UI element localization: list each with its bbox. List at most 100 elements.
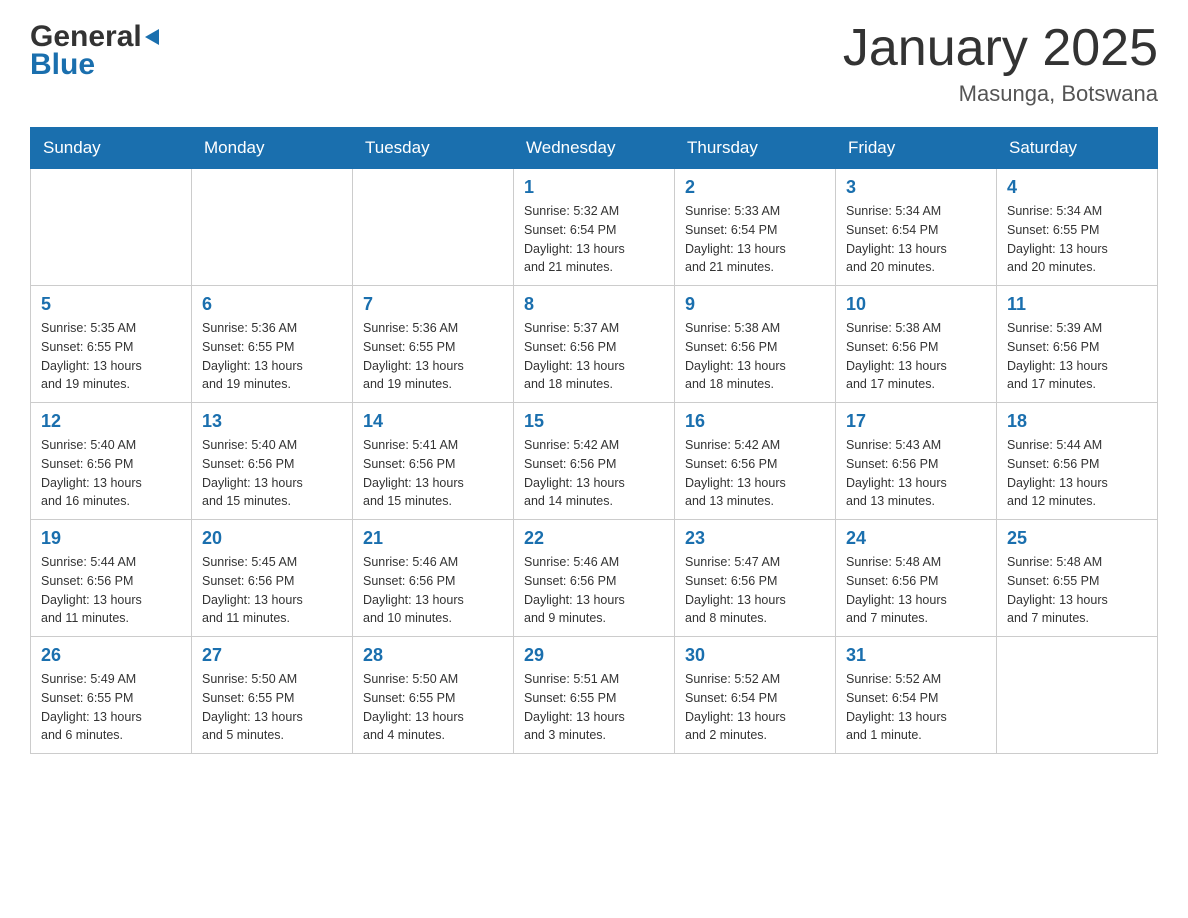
day-number: 30 xyxy=(685,645,825,666)
day-info: Sunrise: 5:36 AM Sunset: 6:55 PM Dayligh… xyxy=(363,319,503,394)
calendar-cell: 21 Sunrise: 5:46 AM Sunset: 6:56 PM Dayli… xyxy=(353,520,514,637)
calendar-cell: 18Sunrise: 5:44 AM Sunset: 6:56 PM Dayli… xyxy=(997,403,1158,520)
calendar-cell: 24 Sunrise: 5:48 AM Sunset: 6:56 PM Dayli… xyxy=(836,520,997,637)
calendar-cell xyxy=(353,169,514,286)
logo-blue-text: Blue xyxy=(30,48,159,82)
calendar-cell: 13 Sunrise: 5:40 AM Sunset: 6:56 PM Dayli… xyxy=(192,403,353,520)
calendar-cell: 10 Sunrise: 5:38 AM Sunset: 6:56 PM Dayli… xyxy=(836,286,997,403)
calendar-cell: 12 Sunrise: 5:40 AM Sunset: 6:56 PM Dayli… xyxy=(31,403,192,520)
day-number: 17 xyxy=(846,411,986,432)
calendar-cell: 25Sunrise: 5:48 AM Sunset: 6:55 PM Dayli… xyxy=(997,520,1158,637)
logo: General Blue xyxy=(30,20,159,82)
day-info: Sunrise: 5:50 AM Sunset: 6:55 PM Dayligh… xyxy=(202,670,342,745)
calendar-cell xyxy=(31,169,192,286)
calendar-header-row: SundayMondayTuesdayWednesdayThursdayFrid… xyxy=(31,128,1158,169)
day-number: 16 xyxy=(685,411,825,432)
day-of-week-header: Friday xyxy=(836,128,997,169)
calendar-cell: 7 Sunrise: 5:36 AM Sunset: 6:55 PM Daylig… xyxy=(353,286,514,403)
day-info: Sunrise: 5:44 AM Sunset: 6:56 PM Dayligh… xyxy=(41,553,181,628)
day-info: Sunrise: 5:52 AM Sunset: 6:54 PM Dayligh… xyxy=(846,670,986,745)
page-header: General Blue January 2025 Masunga, Botsw… xyxy=(30,20,1158,107)
day-number: 27 xyxy=(202,645,342,666)
day-number: 3 xyxy=(846,177,986,198)
month-title: January 2025 xyxy=(843,20,1158,77)
day-info: Sunrise: 5:40 AM Sunset: 6:56 PM Dayligh… xyxy=(41,436,181,511)
day-of-week-header: Monday xyxy=(192,128,353,169)
day-of-week-header: Saturday xyxy=(997,128,1158,169)
day-info: Sunrise: 5:48 AM Sunset: 6:55 PM Dayligh… xyxy=(1007,553,1147,628)
day-number: 4 xyxy=(1007,177,1147,198)
day-number: 11 xyxy=(1007,294,1147,315)
day-number: 18 xyxy=(1007,411,1147,432)
day-of-week-header: Tuesday xyxy=(353,128,514,169)
day-number: 20 xyxy=(202,528,342,549)
location: Masunga, Botswana xyxy=(843,81,1158,107)
calendar-cell: 17Sunrise: 5:43 AM Sunset: 6:56 PM Dayli… xyxy=(836,403,997,520)
calendar-cell xyxy=(192,169,353,286)
calendar-cell: 14Sunrise: 5:41 AM Sunset: 6:56 PM Dayli… xyxy=(353,403,514,520)
calendar-cell: 27 Sunrise: 5:50 AM Sunset: 6:55 PM Dayli… xyxy=(192,637,353,754)
calendar-cell: 22Sunrise: 5:46 AM Sunset: 6:56 PM Dayli… xyxy=(514,520,675,637)
day-number: 7 xyxy=(363,294,503,315)
day-info: Sunrise: 5:33 AM Sunset: 6:54 PM Dayligh… xyxy=(685,202,825,277)
day-info: Sunrise: 5:46 AM Sunset: 6:56 PM Dayligh… xyxy=(363,553,503,628)
day-info: Sunrise: 5:49 AM Sunset: 6:55 PM Dayligh… xyxy=(41,670,181,745)
day-info: Sunrise: 5:36 AM Sunset: 6:55 PM Dayligh… xyxy=(202,319,342,394)
day-number: 2 xyxy=(685,177,825,198)
calendar-cell: 20Sunrise: 5:45 AM Sunset: 6:56 PM Dayli… xyxy=(192,520,353,637)
day-info: Sunrise: 5:48 AM Sunset: 6:56 PM Dayligh… xyxy=(846,553,986,628)
day-number: 15 xyxy=(524,411,664,432)
calendar-cell: 8 Sunrise: 5:37 AM Sunset: 6:56 PM Daylig… xyxy=(514,286,675,403)
calendar-cell: 29Sunrise: 5:51 AM Sunset: 6:55 PM Dayli… xyxy=(514,637,675,754)
day-info: Sunrise: 5:38 AM Sunset: 6:56 PM Dayligh… xyxy=(846,319,986,394)
calendar-cell: 4 Sunrise: 5:34 AM Sunset: 6:55 PM Daylig… xyxy=(997,169,1158,286)
day-number: 1 xyxy=(524,177,664,198)
day-info: Sunrise: 5:42 AM Sunset: 6:56 PM Dayligh… xyxy=(524,436,664,511)
calendar-cell: 23 Sunrise: 5:47 AM Sunset: 6:56 PM Dayli… xyxy=(675,520,836,637)
day-info: Sunrise: 5:32 AM Sunset: 6:54 PM Dayligh… xyxy=(524,202,664,277)
day-number: 8 xyxy=(524,294,664,315)
day-info: Sunrise: 5:38 AM Sunset: 6:56 PM Dayligh… xyxy=(685,319,825,394)
title-section: January 2025 Masunga, Botswana xyxy=(843,20,1158,107)
calendar-week-row: 1 Sunrise: 5:32 AM Sunset: 6:54 PM Daylig… xyxy=(31,169,1158,286)
day-number: 14 xyxy=(363,411,503,432)
day-number: 28 xyxy=(363,645,503,666)
day-info: Sunrise: 5:47 AM Sunset: 6:56 PM Dayligh… xyxy=(685,553,825,628)
day-number: 19 xyxy=(41,528,181,549)
day-info: Sunrise: 5:40 AM Sunset: 6:56 PM Dayligh… xyxy=(202,436,342,511)
day-info: Sunrise: 5:42 AM Sunset: 6:56 PM Dayligh… xyxy=(685,436,825,511)
calendar-cell: 26 Sunrise: 5:49 AM Sunset: 6:55 PM Dayli… xyxy=(31,637,192,754)
day-info: Sunrise: 5:34 AM Sunset: 6:54 PM Dayligh… xyxy=(846,202,986,277)
day-number: 26 xyxy=(41,645,181,666)
calendar-week-row: 19 Sunrise: 5:44 AM Sunset: 6:56 PM Dayli… xyxy=(31,520,1158,637)
day-info: Sunrise: 5:34 AM Sunset: 6:55 PM Dayligh… xyxy=(1007,202,1147,277)
day-number: 31 xyxy=(846,645,986,666)
calendar-cell: 15 Sunrise: 5:42 AM Sunset: 6:56 PM Dayli… xyxy=(514,403,675,520)
day-number: 21 xyxy=(363,528,503,549)
calendar-cell: 11Sunrise: 5:39 AM Sunset: 6:56 PM Dayli… xyxy=(997,286,1158,403)
calendar-cell: 5Sunrise: 5:35 AM Sunset: 6:55 PM Daylig… xyxy=(31,286,192,403)
calendar-table: SundayMondayTuesdayWednesdayThursdayFrid… xyxy=(30,127,1158,754)
calendar-cell: 16 Sunrise: 5:42 AM Sunset: 6:56 PM Dayli… xyxy=(675,403,836,520)
calendar-cell: 30Sunrise: 5:52 AM Sunset: 6:54 PM Dayli… xyxy=(675,637,836,754)
day-number: 6 xyxy=(202,294,342,315)
calendar-week-row: 5Sunrise: 5:35 AM Sunset: 6:55 PM Daylig… xyxy=(31,286,1158,403)
calendar-cell: 3 Sunrise: 5:34 AM Sunset: 6:54 PM Daylig… xyxy=(836,169,997,286)
day-info: Sunrise: 5:51 AM Sunset: 6:55 PM Dayligh… xyxy=(524,670,664,745)
day-number: 10 xyxy=(846,294,986,315)
calendar-week-row: 26 Sunrise: 5:49 AM Sunset: 6:55 PM Dayli… xyxy=(31,637,1158,754)
day-number: 5 xyxy=(41,294,181,315)
calendar-week-row: 12 Sunrise: 5:40 AM Sunset: 6:56 PM Dayli… xyxy=(31,403,1158,520)
day-number: 23 xyxy=(685,528,825,549)
calendar-cell: 1 Sunrise: 5:32 AM Sunset: 6:54 PM Daylig… xyxy=(514,169,675,286)
calendar-cell: 9Sunrise: 5:38 AM Sunset: 6:56 PM Daylig… xyxy=(675,286,836,403)
calendar-cell: 6 Sunrise: 5:36 AM Sunset: 6:55 PM Daylig… xyxy=(192,286,353,403)
calendar-cell xyxy=(997,637,1158,754)
day-number: 24 xyxy=(846,528,986,549)
day-info: Sunrise: 5:37 AM Sunset: 6:56 PM Dayligh… xyxy=(524,319,664,394)
day-of-week-header: Wednesday xyxy=(514,128,675,169)
day-number: 12 xyxy=(41,411,181,432)
day-info: Sunrise: 5:50 AM Sunset: 6:55 PM Dayligh… xyxy=(363,670,503,745)
calendar-cell: 19 Sunrise: 5:44 AM Sunset: 6:56 PM Dayli… xyxy=(31,520,192,637)
day-number: 13 xyxy=(202,411,342,432)
